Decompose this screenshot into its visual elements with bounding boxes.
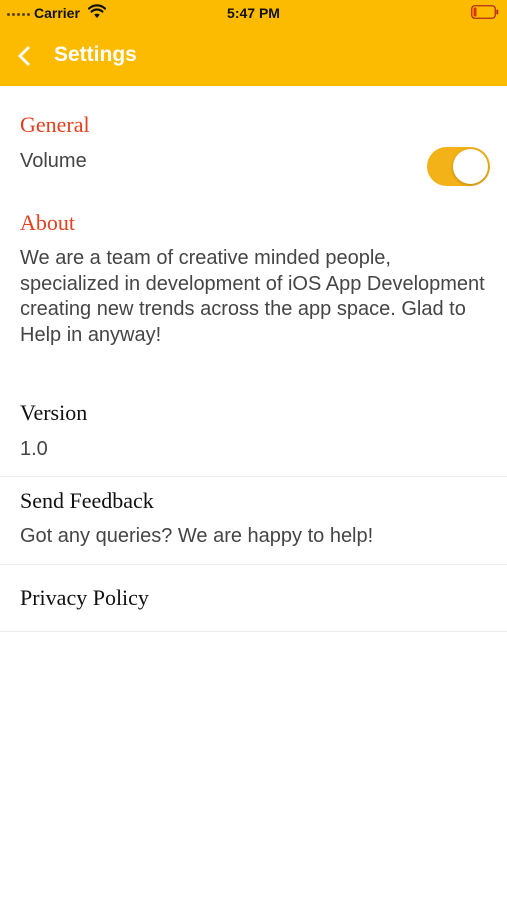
status-bar: Carrier 5:47 PM [0, 0, 507, 26]
section-title-general: General [20, 112, 90, 137]
privacy-policy-title: Privacy Policy [20, 585, 149, 610]
navigation-bar: Settings [0, 30, 507, 82]
divider [0, 631, 507, 632]
version-value: 1.0 [20, 438, 48, 460]
app-header: Carrier 5:47 PM Settings [0, 0, 507, 86]
send-feedback-subtitle: Got any queries? We are happy to help! [20, 525, 374, 547]
send-feedback-title: Send Feedback [20, 488, 154, 513]
section-title-about: About [20, 210, 75, 235]
toggle-knob [453, 149, 488, 184]
status-time: 5:47 PM [227, 5, 280, 21]
send-feedback-row[interactable]: Send Feedback Got any queries? We are ha… [0, 477, 507, 564]
privacy-policy-row[interactable]: Privacy Policy [0, 565, 507, 631]
volume-label: Volume [20, 150, 87, 172]
page-title: Settings [54, 43, 137, 66]
back-button[interactable] [10, 38, 38, 74]
chevron-left-icon [18, 46, 30, 66]
battery-low-icon [471, 5, 499, 19]
version-title: Version [20, 400, 88, 425]
volume-toggle[interactable] [427, 147, 490, 186]
about-description: We are a team of creative minded people,… [20, 247, 485, 346]
